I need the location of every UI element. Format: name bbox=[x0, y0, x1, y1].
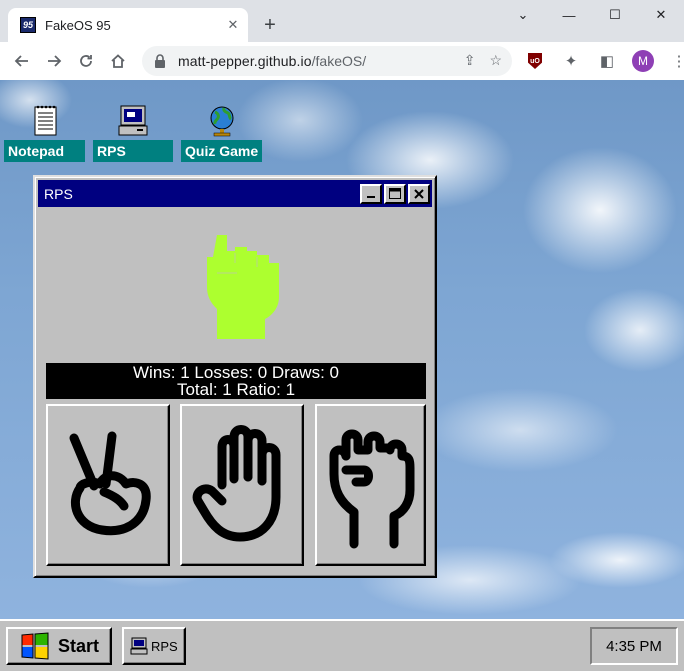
rps-window: RPS Wins: 1 Losses: 0 Draws: 0 Total: 1 … bbox=[33, 175, 437, 578]
desktop-icon-rps[interactable]: RPS bbox=[93, 104, 173, 162]
tab-close-icon[interactable]: ✕ bbox=[224, 16, 242, 34]
fakeos-favicon-icon: 95 bbox=[20, 17, 36, 33]
rock-hand-icon bbox=[329, 429, 414, 549]
desktop-icon-notepad[interactable]: Notepad bbox=[4, 104, 85, 162]
paper-button[interactable] bbox=[180, 404, 304, 566]
minimize-button[interactable]: — bbox=[546, 0, 592, 30]
tab-search-icon[interactable]: ⌄ bbox=[500, 0, 546, 30]
url-host: matt-pepper.github.io bbox=[178, 53, 312, 69]
home-icon[interactable] bbox=[102, 45, 134, 77]
desktop-icon-label: RPS bbox=[93, 140, 173, 162]
windows-logo-icon bbox=[21, 632, 49, 660]
back-icon[interactable] bbox=[6, 45, 38, 77]
address-bar[interactable]: matt-pepper.github.io/fakeOS/ ⇪ ☆ bbox=[142, 46, 512, 76]
computer-icon bbox=[118, 105, 148, 136]
start-button[interactable]: Start bbox=[6, 627, 112, 665]
lock-icon[interactable] bbox=[154, 54, 166, 68]
taskbar-item-rps[interactable]: RPS bbox=[122, 627, 186, 665]
desktop-icon-quiz-game[interactable]: Quiz Game bbox=[181, 104, 262, 162]
share-icon[interactable]: ⇪ bbox=[464, 52, 476, 69]
taskbar-item-label: RPS bbox=[151, 638, 178, 654]
extensions-icon[interactable]: ✦ bbox=[556, 45, 586, 77]
paper-hand-icon bbox=[192, 425, 281, 542]
maximize-icon bbox=[389, 188, 401, 199]
reload-icon[interactable] bbox=[70, 45, 102, 77]
start-label: Start bbox=[58, 635, 100, 656]
tab-title: FakeOS 95 bbox=[45, 17, 111, 33]
desktop-icon-label: Notepad bbox=[4, 140, 85, 162]
taskbar: Start RPS 4:35 PM bbox=[0, 619, 684, 671]
new-tab-button[interactable]: + bbox=[258, 13, 282, 37]
score-line-1: Wins: 1 Losses: 0 Draws: 0 bbox=[133, 363, 339, 382]
notepad-icon bbox=[34, 105, 56, 136]
scissors-hand-icon bbox=[69, 431, 151, 536]
taskbar-clock: 4:35 PM bbox=[590, 627, 678, 665]
window-controls: ⌄ — ☐ ✕ bbox=[500, 0, 684, 30]
desktop: Notepad RPS Quiz Game RPS Wins: 1 Losses… bbox=[0, 80, 684, 619]
computer-icon bbox=[130, 637, 148, 655]
close-button[interactable]: ✕ bbox=[638, 0, 684, 30]
extensions-area: uO ✦ ◧ M ⋮ bbox=[520, 45, 684, 77]
browser-toolbar: matt-pepper.github.io/fakeOS/ ⇪ ☆ uO ✦ ◧… bbox=[0, 42, 684, 80]
browser-tab[interactable]: 95 FakeOS 95 ✕ bbox=[8, 8, 248, 42]
desktop-icon-label: Quiz Game bbox=[181, 140, 262, 162]
score-line-2: Total: 1 Ratio: 1 bbox=[176, 380, 296, 399]
scissors-button[interactable] bbox=[46, 404, 170, 566]
window-close-button[interactable] bbox=[408, 183, 430, 204]
globe-icon bbox=[210, 106, 233, 137]
browser-chrome: 95 FakeOS 95 ✕ + ⌄ — ☐ ✕ matt-pepper.git… bbox=[0, 0, 684, 80]
score-display: Wins: 1 Losses: 0 Draws: 0 Total: 1 Rati… bbox=[46, 363, 426, 399]
menu-icon[interactable]: ⋮ bbox=[664, 45, 684, 77]
computer-rock-icon bbox=[207, 235, 279, 339]
url-path: /fakeOS/ bbox=[311, 53, 367, 69]
window-maximize-button[interactable] bbox=[384, 183, 406, 204]
close-icon bbox=[414, 188, 424, 199]
ublock-icon[interactable]: uO bbox=[520, 45, 550, 77]
window-title: RPS bbox=[44, 185, 73, 202]
sidepanel-icon[interactable]: ◧ bbox=[592, 45, 622, 77]
star-icon[interactable]: ☆ bbox=[489, 52, 502, 69]
forward-icon[interactable] bbox=[38, 45, 70, 77]
window-titlebar[interactable]: RPS bbox=[38, 180, 432, 207]
maximize-button[interactable]: ☐ bbox=[592, 0, 638, 30]
profile-avatar[interactable]: M bbox=[628, 45, 658, 77]
window-minimize-button[interactable] bbox=[360, 183, 382, 204]
rock-button[interactable] bbox=[315, 404, 426, 566]
minimize-icon bbox=[367, 195, 375, 198]
